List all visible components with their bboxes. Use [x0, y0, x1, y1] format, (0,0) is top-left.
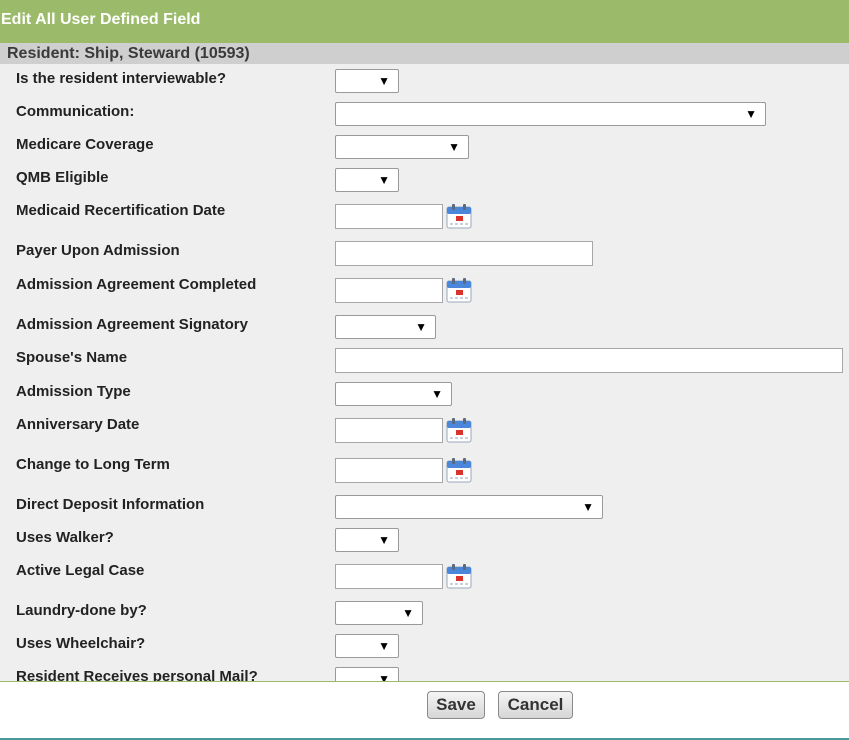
form-scroll-area[interactable]: Is the resident interviewable? ▼ Communi… [0, 64, 849, 681]
field-label-admission-agreement-signatory: Admission Agreement Signatory [16, 316, 248, 333]
dropdown-arrow-icon: ▼ [431, 387, 443, 401]
field-label-payer-upon-admission: Payer Upon Admission [16, 242, 180, 259]
field-label-admission-agreement-completed: Admission Agreement Completed [16, 276, 257, 293]
field-label-uses-wheelchair: Uses Wheelchair? [16, 635, 146, 652]
calendar-icon[interactable] [446, 203, 472, 229]
medicaid-recert-date-input[interactable] [335, 204, 443, 229]
admission-agreement-completed-input[interactable] [335, 278, 443, 303]
dropdown-arrow-icon: ▼ [378, 639, 390, 653]
receives-personal-mail-select[interactable]: ▼ [335, 667, 399, 681]
field-label-receives-personal-mail: Resident Receives personal Mail? [16, 668, 258, 681]
dropdown-arrow-icon: ▼ [415, 320, 427, 334]
resident-name: Resident: Ship, Steward (10593) [7, 45, 250, 62]
field-label-interviewable: Is the resident interviewable? [16, 70, 227, 87]
calendar-icon[interactable] [446, 277, 472, 303]
cancel-button[interactable]: Cancel [498, 691, 573, 719]
admission-agreement-signatory-select[interactable]: ▼ [335, 315, 436, 339]
communication-select[interactable]: ▼ [335, 102, 766, 126]
field-label-anniversary-date: Anniversary Date [16, 416, 140, 433]
dialog-footer: Save Cancel [0, 681, 849, 738]
direct-deposit-select[interactable]: ▼ [335, 495, 603, 519]
qmb-eligible-select[interactable]: ▼ [335, 168, 399, 192]
uses-wheelchair-select[interactable]: ▼ [335, 634, 399, 658]
field-label-active-legal-case: Active Legal Case [16, 562, 145, 579]
dropdown-arrow-icon: ▼ [378, 672, 390, 681]
dropdown-arrow-icon: ▼ [582, 500, 594, 514]
spouses-name-input[interactable] [335, 348, 843, 373]
field-label-direct-deposit: Direct Deposit Information [16, 496, 205, 513]
medicare-coverage-select[interactable]: ▼ [335, 135, 469, 159]
field-label-admission-type: Admission Type [16, 383, 131, 400]
resident-banner: Resident: Ship, Steward (10593) [0, 43, 849, 64]
field-label-uses-walker: Uses Walker? [16, 529, 114, 546]
field-label-qmb-eligible: QMB Eligible [16, 169, 109, 186]
payer-upon-admission-input[interactable] [335, 241, 593, 266]
field-label-communication: Communication: [16, 103, 135, 120]
calendar-icon[interactable] [446, 417, 472, 443]
field-label-spouses-name: Spouse's Name [16, 349, 128, 366]
dialog-title: Edit All User Defined Field [1, 11, 201, 28]
field-label-change-to-long-term: Change to Long Term [16, 456, 170, 473]
calendar-icon[interactable] [446, 563, 472, 589]
field-label-medicaid-recert-date: Medicaid Recertification Date [16, 202, 226, 219]
interviewable-select[interactable]: ▼ [335, 69, 399, 93]
laundry-done-by-select[interactable]: ▼ [335, 601, 423, 625]
anniversary-date-input[interactable] [335, 418, 443, 443]
dropdown-arrow-icon: ▼ [402, 606, 414, 620]
field-label-laundry-done-by: Laundry-done by? [16, 602, 147, 619]
dropdown-arrow-icon: ▼ [448, 140, 460, 154]
change-to-long-term-input[interactable] [335, 458, 443, 483]
dropdown-arrow-icon: ▼ [378, 173, 390, 187]
uses-walker-select[interactable]: ▼ [335, 528, 399, 552]
admission-type-select[interactable]: ▼ [335, 382, 452, 406]
calendar-icon[interactable] [446, 457, 472, 483]
field-label-medicare-coverage: Medicare Coverage [16, 136, 154, 153]
save-button[interactable]: Save [427, 691, 485, 719]
dropdown-arrow-icon: ▼ [378, 74, 390, 88]
dropdown-arrow-icon: ▼ [745, 107, 757, 121]
dialog-title-bar: Edit All User Defined Field [0, 0, 849, 43]
active-legal-case-input[interactable] [335, 564, 443, 589]
dropdown-arrow-icon: ▼ [378, 533, 390, 547]
